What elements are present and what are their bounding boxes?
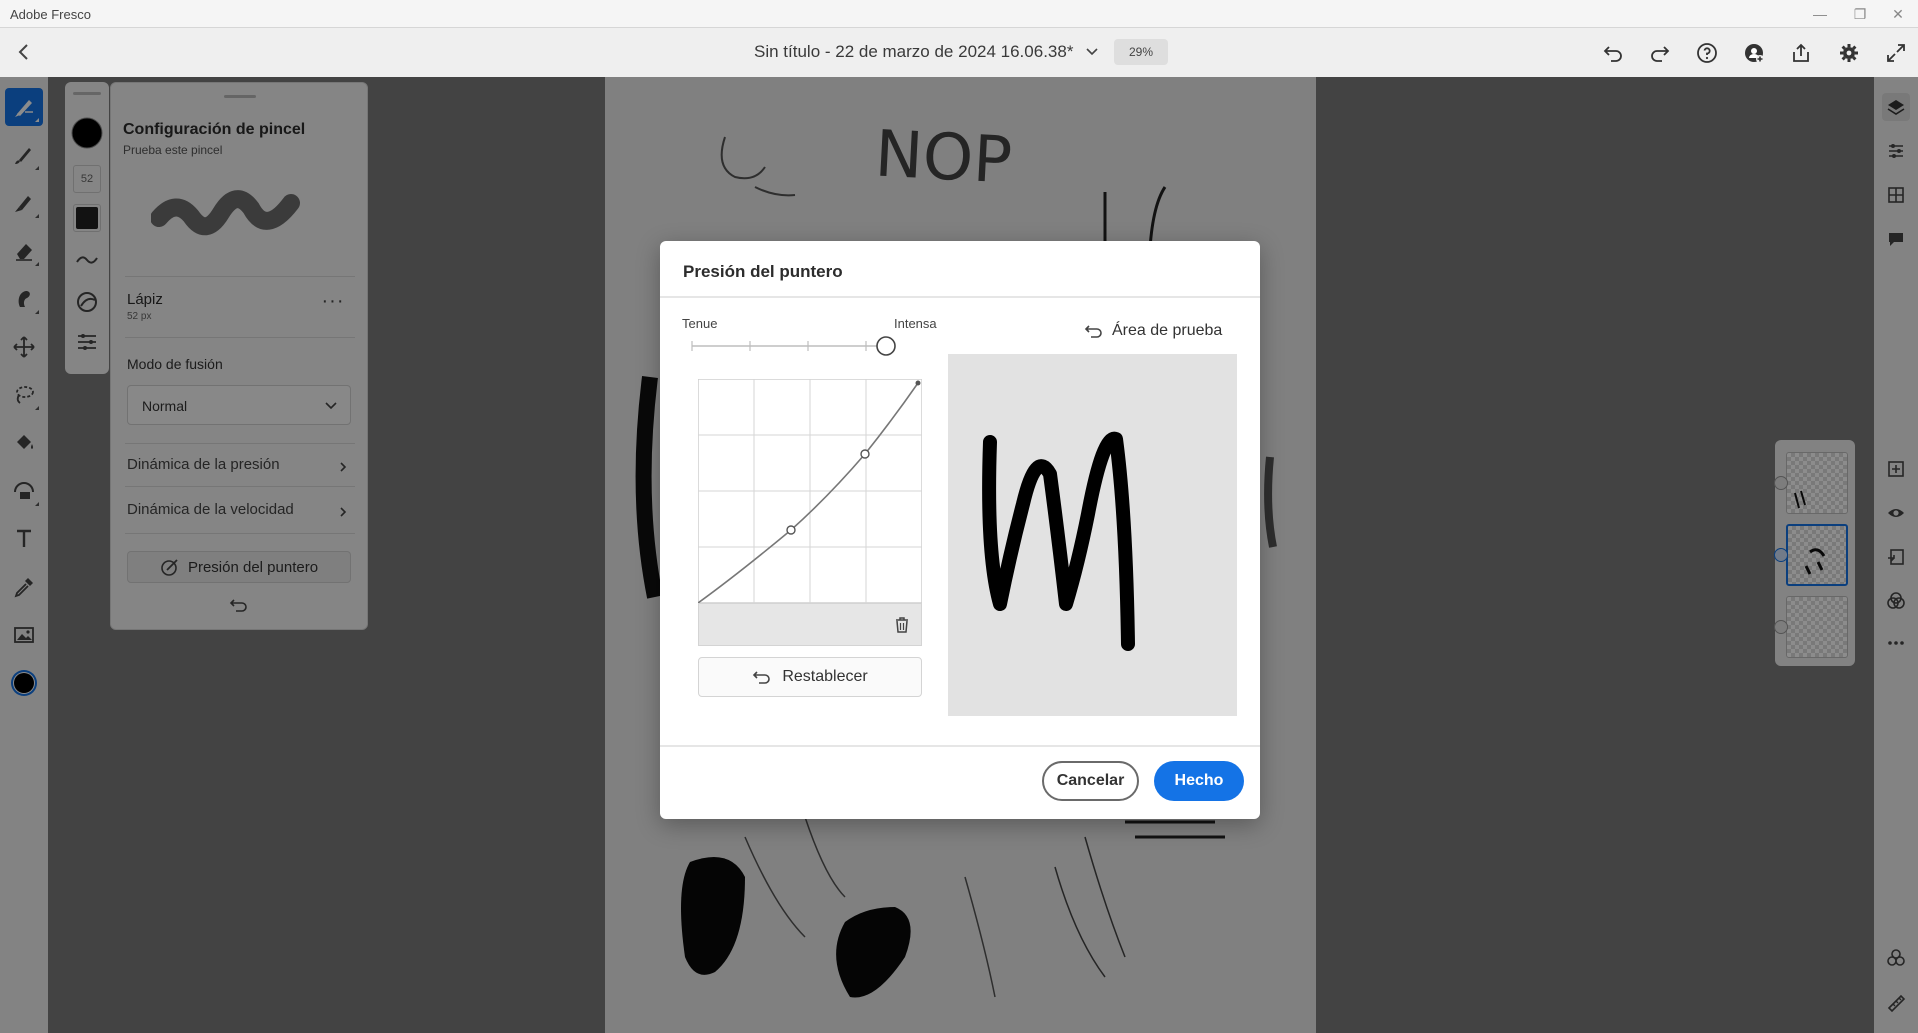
divider: [660, 296, 1260, 298]
app-name: Adobe Fresco: [10, 7, 91, 22]
undo-icon[interactable]: [1600, 40, 1626, 66]
curve-toolbar: [698, 603, 922, 646]
fullscreen-icon[interactable]: [1883, 40, 1909, 66]
minimize-icon[interactable]: —: [1800, 0, 1840, 28]
settings-gear-icon[interactable]: [1836, 40, 1862, 66]
curve-end-point: [915, 380, 921, 386]
slider-handle: [876, 336, 896, 356]
reset-icon: [753, 671, 771, 684]
cancel-button[interactable]: Cancelar: [1042, 761, 1139, 801]
test-area-header[interactable]: Área de prueba: [1084, 322, 1222, 340]
pointer-pressure-dialog: Presión del puntero Tenue Intensa Restab: [660, 241, 1260, 819]
dialog-title: Presión del puntero: [683, 262, 843, 281]
reset-label: Restablecer: [782, 668, 868, 685]
hard-label: Intensa: [894, 316, 937, 331]
share-icon[interactable]: [1788, 40, 1814, 66]
help-icon[interactable]: [1694, 40, 1720, 66]
document-title[interactable]: Sin título - 22 de marzo de 2024 16.06.3…: [754, 42, 1073, 62]
test-drawing-area[interactable]: [948, 354, 1237, 716]
pressure-curve-editor[interactable]: [697, 378, 923, 604]
done-button[interactable]: Hecho: [1154, 761, 1244, 801]
back-arrow-icon[interactable]: [12, 40, 36, 64]
zoom-level[interactable]: 29%: [1114, 39, 1168, 65]
redo-icon[interactable]: [1647, 40, 1673, 66]
restore-icon[interactable]: ❐: [1840, 0, 1880, 28]
curve-control-point: [786, 525, 796, 535]
reset-icon: [1084, 325, 1102, 338]
test-area-label: Área de prueba: [1112, 322, 1223, 339]
close-icon[interactable]: ✕: [1878, 0, 1918, 28]
soft-label: Tenue: [682, 316, 718, 331]
pressure-slider[interactable]: [690, 334, 896, 358]
trash-icon[interactable]: [893, 616, 911, 634]
invite-user-icon[interactable]: [1741, 40, 1767, 66]
top-app-bar: Sin título - 22 de marzo de 2024 16.06.3…: [0, 28, 1918, 77]
window-title-bar: Adobe Fresco — ❐ ✕: [0, 0, 1918, 28]
curve-control-point: [860, 449, 870, 459]
divider: [660, 745, 1260, 747]
chevron-down-icon[interactable]: [1083, 43, 1101, 61]
reset-button[interactable]: Restablecer: [698, 657, 922, 697]
